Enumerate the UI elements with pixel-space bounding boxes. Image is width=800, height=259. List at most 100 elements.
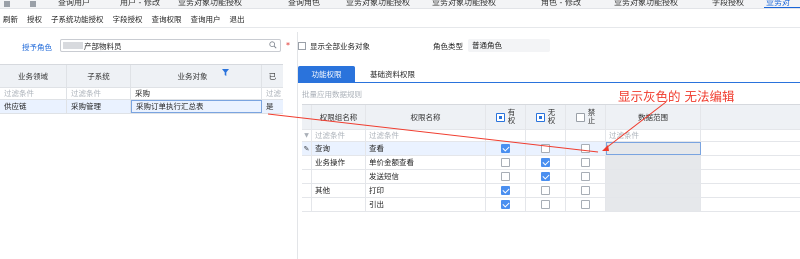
header-filler xyxy=(701,105,800,129)
header-checkbox-none[interactable] xyxy=(535,112,545,122)
tab-object-auth-2[interactable]: 业务对象功能授权 xyxy=(346,0,410,8)
filter-cell[interactable]: 过滤 xyxy=(262,88,283,99)
role-input[interactable]: 产部物料员 xyxy=(60,39,281,52)
col-permission-name[interactable]: 权限名称 xyxy=(366,105,486,129)
authorize-button[interactable]: 授权 xyxy=(27,14,42,25)
tab-object-auth-3[interactable]: 业务对象功能授权 xyxy=(432,0,496,8)
table-row[interactable]: 引出 xyxy=(302,198,800,212)
has-checkbox[interactable] xyxy=(501,200,510,209)
col-forbidden[interactable]: 禁止 xyxy=(566,105,606,129)
col-forbid-label-2: 止 xyxy=(587,116,596,125)
table-cell xyxy=(526,170,566,183)
col-has-permission[interactable]: 有权 xyxy=(486,105,526,129)
data-scope-cell xyxy=(606,184,701,197)
none-checkbox[interactable] xyxy=(541,158,550,167)
show-all-checkbox[interactable] xyxy=(298,42,306,50)
table-cell xyxy=(486,198,526,211)
business-object-grid: 业务领域 子系统 业务对象 已 过滤条件 过滤条件 采购 过滤 供应链 采购管理… xyxy=(0,64,283,114)
col-group-name[interactable]: 权限组名称 xyxy=(312,105,366,129)
grid-header-row: 权限组名称 权限名称 有权 无权 禁止 数据范围 xyxy=(302,105,800,130)
refresh-button[interactable]: 刷新 xyxy=(3,14,18,25)
forbid-checkbox[interactable] xyxy=(581,186,590,195)
table-cell xyxy=(566,156,606,169)
none-checkbox[interactable] xyxy=(541,200,550,209)
tab-role-edit[interactable]: 角色 - 修改 xyxy=(541,0,581,8)
table-row[interactable]: 供应链 采购管理 采购订单执行汇总表 是 xyxy=(0,100,283,114)
none-checkbox[interactable] xyxy=(541,172,550,181)
filter-cell[interactable]: 采购 xyxy=(131,88,262,99)
toolbar: 刷新 授权 子系统功能授权 字段授权 查询权限 查询用户 退出 xyxy=(0,12,800,28)
query-user-button[interactable]: 查询用户 xyxy=(191,14,221,25)
table-cell: 打印 xyxy=(366,184,486,197)
table-cell: 其他 xyxy=(312,184,366,197)
has-checkbox[interactable] xyxy=(501,186,510,195)
exit-button[interactable]: 退出 xyxy=(230,14,245,25)
tab-object-auth-4[interactable]: 业务对象功能授权 xyxy=(614,0,678,8)
table-cell[interactable]: 采购订单执行汇总表 xyxy=(131,100,262,113)
filter-cell[interactable]: 过滤条件 xyxy=(312,130,366,141)
chevron-down-icon: ⌄ xyxy=(472,41,478,49)
tab-field-auth[interactable]: 字段授权 xyxy=(712,0,744,8)
batch-apply-link[interactable]: 批量应用数据规则 xyxy=(302,89,362,100)
tab-baseline xyxy=(298,82,800,83)
table-cell: 供应链 xyxy=(0,100,67,113)
data-scope-cell xyxy=(606,142,701,155)
query-permission-button[interactable]: 查询权限 xyxy=(152,14,182,25)
row-filler xyxy=(701,184,800,197)
none-checkbox[interactable] xyxy=(541,186,550,195)
forbid-checkbox[interactable] xyxy=(581,200,590,209)
table-row[interactable]: ✎ 查询 查看 xyxy=(302,142,800,156)
role-label: 授予角色 xyxy=(22,43,52,52)
top-tab-strip: 查询用户 用户 - 修改 业务对象功能授权 查询角色 业务对象功能授权 业务对象… xyxy=(0,0,800,9)
header-checkbox-has[interactable] xyxy=(495,112,505,122)
table-row[interactable]: 发送短信 xyxy=(302,170,800,184)
table-row[interactable]: 其他 打印 xyxy=(302,184,800,198)
role-type-label: 角色类型 xyxy=(433,42,463,51)
table-cell: 引出 xyxy=(366,198,486,211)
table-cell: 查询 xyxy=(312,142,366,155)
filter-icon[interactable] xyxy=(221,68,229,76)
tab-basic-data-permission[interactable]: 基础资料权限 xyxy=(361,66,424,82)
table-cell xyxy=(566,198,606,211)
col-business-domain[interactable]: 业务领域 xyxy=(0,65,67,87)
table-cell xyxy=(486,184,526,197)
col-business-object[interactable]: 业务对象 xyxy=(131,65,262,87)
filter-cell[interactable]: 过滤条件 xyxy=(606,130,701,141)
tab-user-edit[interactable]: 用户 - 修改 xyxy=(120,0,160,8)
filter-cell[interactable]: 过滤条件 xyxy=(67,88,131,99)
row-filler xyxy=(701,198,800,211)
row-indicator xyxy=(302,156,312,169)
filter-cell[interactable]: 过滤条件 xyxy=(366,130,486,141)
field-auth-button[interactable]: 字段授权 xyxy=(113,14,143,25)
tab-query-user[interactable]: 查询用户 xyxy=(58,0,90,8)
col-subsystem[interactable]: 子系统 xyxy=(67,65,131,87)
has-checkbox[interactable] xyxy=(501,172,510,181)
col-authorized[interactable]: 已 xyxy=(262,65,283,87)
table-cell xyxy=(486,156,526,169)
table-cell xyxy=(486,170,526,183)
tab-object-auth-1[interactable]: 业务对象功能授权 xyxy=(178,0,242,8)
none-checkbox[interactable] xyxy=(541,144,550,153)
table-cell xyxy=(566,184,606,197)
forbid-checkbox[interactable] xyxy=(581,144,590,153)
app-grid-icon[interactable] xyxy=(30,1,36,7)
header-checkbox-forbid[interactable] xyxy=(575,112,585,122)
table-row[interactable]: 业务操作 单价金额查看 xyxy=(302,156,800,170)
col-no-permission[interactable]: 无权 xyxy=(526,105,566,129)
search-icon[interactable] xyxy=(269,41,277,49)
forbid-checkbox[interactable] xyxy=(581,172,590,181)
row-indicator xyxy=(302,170,312,183)
role-type-select[interactable]: 普通角色 ⌄ xyxy=(468,39,550,52)
has-checkbox[interactable] xyxy=(501,144,510,153)
col-data-scope[interactable]: 数据范围 xyxy=(606,105,701,129)
filter-cell[interactable]: 过滤条件 xyxy=(0,88,67,99)
table-cell xyxy=(312,170,366,183)
subsystem-auth-button[interactable]: 子系统功能授权 xyxy=(51,14,104,25)
data-scope-cell xyxy=(606,156,701,169)
tab-query-role[interactable]: 查询角色 xyxy=(288,0,320,8)
col-business-object-label: 业务对象 xyxy=(177,71,208,81)
tab-function-permission[interactable]: 功能权限 xyxy=(298,66,355,82)
has-checkbox[interactable] xyxy=(501,158,510,167)
forbid-checkbox[interactable] xyxy=(581,158,590,167)
home-grid-icon[interactable] xyxy=(4,1,10,7)
